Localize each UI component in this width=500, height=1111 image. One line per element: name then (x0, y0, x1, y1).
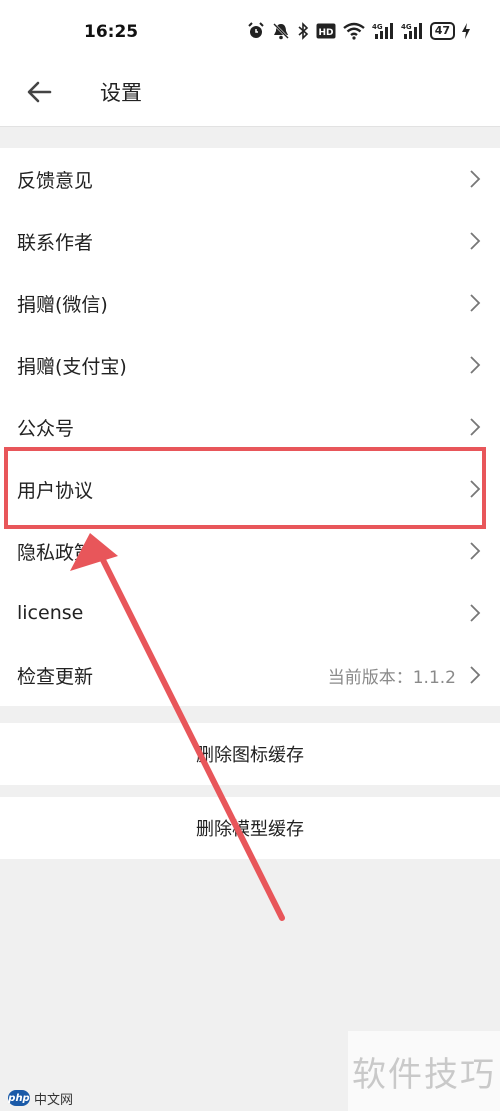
charging-icon (462, 23, 470, 39)
highlight-box (4, 447, 486, 529)
chevron-right-icon (470, 356, 481, 374)
menu-item-label: 公众号 (17, 417, 75, 440)
clear-icon-cache-button[interactable]: 删除图标缓存 (0, 723, 500, 785)
status-bar: 16:25 HD 4G 4G 47 (0, 0, 500, 60)
menu-item-label: 捐赠(微信) (17, 293, 108, 316)
svg-text:HD: HD (318, 28, 333, 38)
chevron-right-icon (470, 604, 481, 622)
menu-item-feedback[interactable]: 反馈意见 (0, 148, 500, 210)
clear-model-cache-button[interactable]: 删除模型缓存 (0, 797, 500, 859)
chevron-right-icon (470, 232, 481, 250)
menu-item-label: 隐私政策 (17, 541, 94, 564)
arrow-left-icon[interactable] (24, 76, 56, 108)
menu-item-donate-wechat[interactable]: 捐赠(微信) (0, 272, 500, 334)
svg-text:4G: 4G (401, 23, 412, 31)
settings-list: 反馈意见 联系作者 捐赠(微信) 捐赠(支付宝) 公众号 用户协议 隐私政策 l… (0, 148, 500, 706)
battery-icon: 47 (429, 22, 455, 40)
menu-item-label: 捐赠(支付宝) (17, 355, 127, 378)
php-logo: php (8, 1090, 30, 1106)
hd-icon: HD (316, 23, 336, 39)
menu-item-label: 检查更新 (17, 665, 94, 688)
menu-item-contact-author[interactable]: 联系作者 (0, 210, 500, 272)
mute-icon (272, 23, 289, 40)
status-time: 16:25 (84, 22, 139, 42)
menu-item-label: 联系作者 (17, 231, 94, 254)
chevron-right-icon (470, 666, 481, 684)
wifi-icon (342, 22, 365, 40)
page-title: 设置 (100, 81, 142, 105)
status-icons: HD 4G 4G 47 (247, 20, 470, 42)
menu-item-check-update[interactable]: 检查更新 当前版本：1.1.2 (0, 644, 500, 706)
chevron-right-icon (470, 542, 481, 560)
watermark-logo: php 中文网 (8, 1087, 73, 1109)
alarm-icon (247, 22, 264, 38)
watermark-site-name: 中文网 (34, 1092, 74, 1108)
app-bar: 设置 (0, 60, 500, 127)
bluetooth-icon (298, 22, 308, 40)
chevron-right-icon (470, 294, 481, 312)
signal-4g-icon: 4G (401, 23, 422, 39)
version-value: 当前版本：1.1.2 (327, 668, 456, 688)
menu-item-label: license (17, 602, 84, 624)
menu-item-donate-alipay[interactable]: 捐赠(支付宝) (0, 334, 500, 396)
watermark-text: 软件技巧 (348, 1031, 500, 1111)
menu-item-privacy-policy[interactable]: 隐私政策 (0, 520, 500, 582)
menu-item-license[interactable]: license (0, 582, 500, 644)
chevron-right-icon (470, 170, 481, 188)
signal-4g-icon: 4G (372, 23, 393, 39)
svg-text:4G: 4G (372, 23, 383, 31)
chevron-right-icon (470, 418, 481, 436)
menu-item-label: 反馈意见 (17, 169, 94, 192)
